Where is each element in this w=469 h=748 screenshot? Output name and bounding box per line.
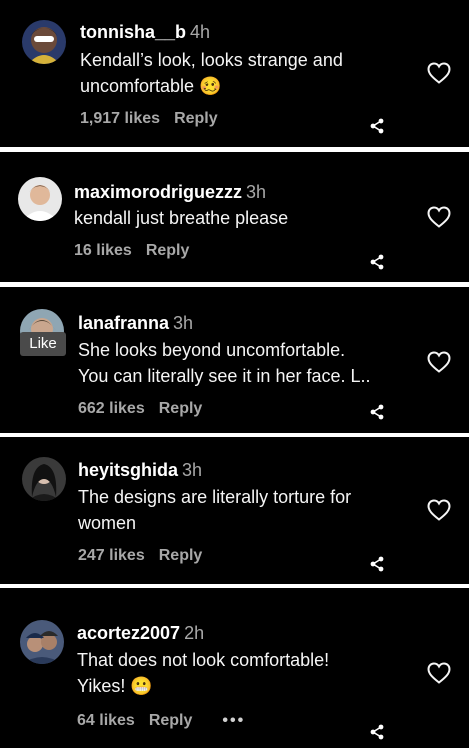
reply-button[interactable]: Reply — [159, 400, 203, 418]
comment-body: tonnisha__b 4h Kendall’s look, looks stra… — [80, 20, 409, 99]
more-options-icon[interactable]: ••• — [222, 712, 245, 730]
username[interactable]: lanafranna — [78, 313, 169, 333]
comment-text: She looks beyond uncomfortable. You can … — [78, 340, 371, 386]
comment-body: heyitsghida 3h The designs are literally … — [78, 458, 409, 536]
reply-button[interactable]: Reply — [149, 712, 193, 730]
comment-body: lanafranna 3h She looks beyond uncomforta… — [78, 311, 409, 389]
comment-text: That does not look comfortable! Yikes! 😬 — [77, 650, 330, 696]
comment-actions: 662 likes Reply — [78, 400, 202, 418]
comment-actions: 16 likes Reply — [74, 242, 189, 260]
share-icon[interactable] — [369, 118, 385, 134]
comment-card: tonnisha__b 4h Kendall’s look, looks stra… — [0, 0, 469, 147]
timestamp: 3h — [246, 182, 267, 202]
username[interactable]: heyitsghida — [78, 460, 178, 480]
heart-outline-icon[interactable] — [427, 351, 451, 373]
share-icon[interactable] — [369, 404, 385, 420]
avatar[interactable] — [22, 457, 66, 501]
like-tooltip: Like — [20, 332, 66, 356]
share-icon[interactable] — [369, 724, 385, 740]
reply-button[interactable]: Reply — [159, 547, 203, 565]
username[interactable]: acortez2007 — [77, 623, 180, 643]
comment-actions: 247 likes Reply — [78, 547, 202, 565]
comment-body: acortez2007 2h That does not look comfort… — [77, 621, 409, 699]
likes-count[interactable]: 64 likes — [77, 712, 135, 730]
comment-actions: 64 likes Reply ••• — [77, 712, 245, 730]
likes-count[interactable]: 1,917 likes — [80, 110, 160, 128]
heart-outline-icon[interactable] — [427, 499, 451, 521]
share-icon[interactable] — [369, 254, 385, 270]
timestamp: 3h — [173, 313, 194, 333]
likes-count[interactable]: 16 likes — [74, 242, 132, 260]
likes-count[interactable]: 247 likes — [78, 547, 145, 565]
heart-outline-icon[interactable] — [427, 206, 451, 228]
comment-card: heyitsghida 3h The designs are literally … — [0, 437, 469, 584]
comment-body: maximorodriguezzz 3h kendall just breathe… — [74, 180, 409, 231]
comment-text: The designs are literally torture for wo… — [78, 487, 352, 533]
username[interactable]: tonnisha__b — [80, 22, 186, 42]
reply-button[interactable]: Reply — [146, 242, 190, 260]
comment-actions: 1,917 likes Reply — [80, 110, 218, 128]
avatar[interactable] — [20, 620, 64, 664]
comment-card: lanafranna 3h She looks beyond uncomforta… — [0, 287, 469, 433]
comment-text: kendall just breathe please — [74, 208, 289, 228]
comment-text: Kendall’s look, looks strange and uncomf… — [80, 50, 343, 96]
likes-count[interactable]: 662 likes — [78, 400, 145, 418]
comment-card: maximorodriguezzz 3h kendall just breathe… — [0, 152, 469, 282]
username[interactable]: maximorodriguezzz — [74, 182, 242, 202]
share-icon[interactable] — [369, 556, 385, 572]
reply-button[interactable]: Reply — [174, 110, 218, 128]
heart-outline-icon[interactable] — [427, 62, 451, 84]
avatar[interactable] — [18, 177, 62, 221]
timestamp: 2h — [184, 623, 205, 643]
avatar[interactable] — [22, 20, 66, 64]
comment-card: acortez2007 2h That does not look comfort… — [0, 588, 469, 748]
timestamp: 4h — [190, 22, 211, 42]
timestamp: 3h — [182, 460, 203, 480]
heart-outline-icon[interactable] — [427, 662, 451, 684]
